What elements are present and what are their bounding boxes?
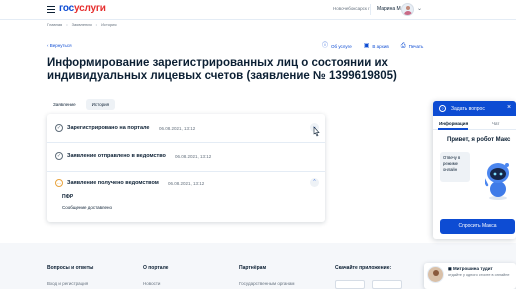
footer-link[interactable]: Вход и регистрация — [47, 281, 88, 286]
history-row[interactable]: ✓ Заявление отправлено в ведомство 06.08… — [47, 142, 325, 171]
breadcrumb: Главная • Заявления • История — [47, 22, 117, 27]
about-service-label: Об услуге — [331, 43, 352, 49]
user-name[interactable]: Марина М. — [377, 6, 402, 12]
chat-bubble: Отвечу в режиме онлайн — [440, 152, 470, 182]
breadcrumb-applications[interactable]: Заявления — [72, 22, 92, 27]
tab-bar: Заявление История — [47, 99, 116, 110]
history-row-date: 06.08.2021, 13:12 — [175, 154, 212, 159]
chat-notification[interactable]: ◼ Митрошина тудит отдайте у одного стоит… — [424, 263, 516, 289]
ask-max-button[interactable]: Спросить Макса — [440, 219, 515, 234]
footer-link[interactable]: Государственным органам — [239, 281, 294, 286]
notification-title: ◼ Митрошина тудит — [448, 266, 493, 271]
page-actions: ⓘ Об услуге ▣ В архив ⎙ Печать — [322, 43, 423, 49]
chat-tab-chat[interactable]: Чат — [492, 121, 499, 126]
close-icon[interactable]: × — [507, 104, 511, 111]
region-selector[interactable]: Новочебоксарск г — [333, 6, 370, 11]
history-row[interactable]: ✓ Зарегистрировано на портале 06.08.2021… — [47, 114, 325, 142]
footer-col-title: О портале — [143, 265, 169, 271]
back-link[interactable]: ‹ Вернуться — [47, 43, 72, 48]
check-icon: ✓ — [55, 152, 63, 160]
logo-part-gos: гос — [59, 3, 74, 14]
chevron-up-icon[interactable]: ⌃ — [310, 178, 319, 187]
clock-icon: … — [55, 179, 63, 187]
footer-col-title: Скачайте приложение: — [335, 265, 392, 271]
history-row-label: Заявление получено ведомством — [67, 180, 159, 186]
tab-history[interactable]: История — [85, 99, 116, 110]
history-row-date: 06.08.2021, 13:12 — [159, 126, 196, 131]
history-card: ✓ Зарегистрировано на портале 06.08.2021… — [47, 114, 325, 222]
active-tab-underline — [438, 128, 468, 130]
notification-title-text: Митрошина тудит — [453, 266, 493, 271]
print-label: Печать — [408, 43, 424, 49]
chat-header: ? Задать вопрос × — [433, 101, 516, 116]
chat-tab-info[interactable]: Информация — [439, 121, 468, 126]
info-icon: ⓘ — [322, 43, 329, 49]
back-link-label: Вернуться — [49, 43, 72, 48]
archive-button[interactable]: ▣ В архив — [364, 43, 389, 49]
archive-icon: ▣ — [363, 43, 370, 49]
notification-text: отдайте у одного стоите в онлайне — [448, 273, 510, 277]
header-divider — [370, 4, 371, 15]
breadcrumb-separator: • — [95, 22, 98, 27]
footer-col-title: Партнёрам — [239, 265, 267, 271]
chat-title: Задать вопрос — [451, 106, 485, 112]
history-row-label: Заявление отправлено в ведомство — [67, 153, 166, 159]
question-icon: ? — [439, 105, 446, 112]
breadcrumb-home[interactable]: Главная — [47, 22, 62, 27]
breadcrumb-current: История — [101, 22, 117, 27]
footer-col-title: Вопросы и ответы — [47, 265, 94, 271]
print-button[interactable]: ⎙ Печать — [401, 43, 424, 49]
check-icon: ✓ — [55, 124, 63, 132]
top-header: госуслуги Новочебоксарск г Марина М. ⌄ — [0, 0, 516, 20]
robot-max-icon — [485, 163, 509, 200]
app-store-button[interactable] — [335, 280, 365, 289]
avatar[interactable] — [401, 3, 414, 16]
chevron-down-icon[interactable]: ⌄ — [417, 5, 422, 12]
about-service-button[interactable]: ⓘ Об услуге — [322, 43, 352, 49]
print-icon: ⎙ — [400, 43, 406, 49]
menu-icon[interactable] — [47, 6, 55, 13]
google-play-button[interactable] — [372, 280, 402, 289]
tab-application[interactable]: Заявление — [47, 99, 82, 110]
history-row-date: 06.08.2021, 13:12 — [168, 181, 205, 186]
gosuslugi-logo[interactable]: госуслуги — [59, 3, 106, 14]
page-title: Информирование зарегистрированных лиц о … — [47, 57, 397, 82]
chat-greeting: Привет, я робот Макс — [447, 137, 511, 143]
history-row-label: Зарегистрировано на портале — [67, 125, 150, 131]
mouse-pointer-icon — [313, 126, 320, 137]
logo-part-uslugi: услуги — [73, 3, 106, 14]
history-row[interactable]: … Заявление получено ведомством 06.08.20… — [47, 171, 325, 222]
breadcrumb-separator: • — [66, 22, 68, 27]
notification-avatar — [427, 266, 444, 283]
history-message: Сообщение доставлено — [62, 205, 113, 210]
chat-widget: ? Задать вопрос × Информация Чат Привет,… — [433, 101, 516, 239]
archive-label: В архив — [372, 43, 389, 49]
footer-link[interactable]: Новости — [143, 281, 160, 286]
history-org: ПФР — [62, 194, 74, 200]
